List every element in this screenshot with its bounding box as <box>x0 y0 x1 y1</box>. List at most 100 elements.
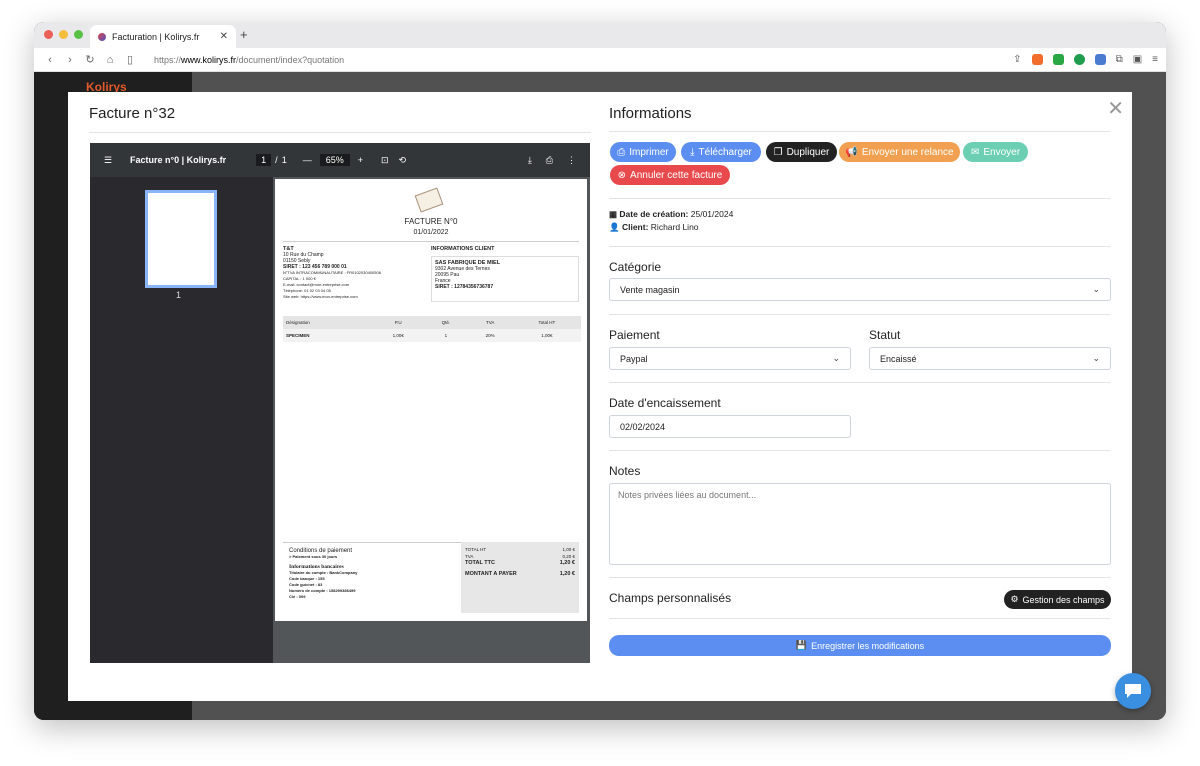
status-select[interactable]: Encaissé ⌄ <box>869 347 1111 370</box>
page-thumbnail[interactable] <box>145 190 217 288</box>
back-icon[interactable]: ‹ <box>40 54 60 66</box>
gear-icon: ⚙ <box>1010 594 1019 604</box>
total-ttc-row: TOTAL TTC 1,20 € <box>465 560 575 567</box>
items-table: Désignation P.U Qté. TVA Total HT SPECIM… <box>283 316 581 342</box>
notes-textarea[interactable]: Notes privées liées au document... <box>609 483 1111 565</box>
client-heading: INFORMATIONS CLIENT <box>431 246 495 252</box>
menu-icon[interactable]: ☰ <box>104 155 118 166</box>
home-icon[interactable]: ⌂ <box>100 54 120 66</box>
amount-due-value: 1,20 € <box>559 571 575 577</box>
cash-date-input[interactable]: 02/02/2024 <box>609 415 851 438</box>
sidebar-icon[interactable]: ▣ <box>1133 54 1142 65</box>
new-tab-button[interactable]: + <box>240 27 248 42</box>
info-title: Informations <box>609 105 692 122</box>
address-bar[interactable]: https://www.kolirys.fr/document/index?qu… <box>154 55 344 65</box>
duplicate-button-label: Dupliquer <box>786 146 830 158</box>
close-icon[interactable]: ✕ <box>1107 96 1124 121</box>
table-row: SPECIMEN 1,00€ 1 20% 1,00€ <box>283 329 581 342</box>
company-line: Site web: https://www.mon-entreprise.com <box>283 294 358 299</box>
send-button-label: Envoyer <box>983 146 1021 158</box>
chevron-down-icon: ⌄ <box>1092 284 1100 294</box>
category-label: Catégorie <box>609 260 662 274</box>
tva-label: TVA <box>465 554 474 559</box>
column-header: Qté. <box>424 316 468 329</box>
category-select[interactable]: Vente magasin ⌄ <box>609 278 1111 301</box>
forward-icon[interactable]: › <box>60 54 80 66</box>
divider <box>609 198 1110 199</box>
divider <box>609 577 1110 578</box>
divider <box>89 132 591 133</box>
invoice-logo-icon <box>414 187 444 213</box>
manage-fields-button-label: Gestion des champs <box>1022 594 1105 605</box>
fit-page-icon[interactable]: ⊡ <box>381 155 389 166</box>
chat-button[interactable] <box>1115 673 1151 709</box>
reload-icon[interactable]: ↻ <box>80 53 100 66</box>
thumbnail-page-number: 1 <box>176 290 182 300</box>
column-header: P.U <box>372 316 425 329</box>
zoom-value[interactable]: 65% <box>319 154 350 166</box>
url-path: /document/index?quotation <box>236 54 345 65</box>
maximize-window-button[interactable] <box>74 30 83 39</box>
chevron-down-icon: ⌄ <box>832 353 840 363</box>
rotate-icon[interactable]: ⟲ <box>399 155 407 166</box>
status-label: Statut <box>869 328 901 342</box>
doc-divider <box>283 241 579 242</box>
payment-conditions: Conditions de paiement > Paiement sous 3… <box>283 542 463 615</box>
client-value: Richard Lino <box>650 222 699 232</box>
save-button-label: Enregistrer les modifications <box>811 640 925 651</box>
client-info: 👤 Client: Richard Lino <box>609 222 699 233</box>
divider <box>609 131 1110 132</box>
page-input[interactable]: 1 <box>256 154 272 166</box>
calendar-icon: ▦ <box>609 209 618 219</box>
doc-date: 01/01/2022 <box>413 229 449 236</box>
minimize-window-button[interactable] <box>59 30 68 39</box>
payment-select[interactable]: Paypal ⌄ <box>609 347 851 370</box>
extension-icon[interactable] <box>1094 54 1106 65</box>
brave-shield-icon[interactable] <box>1031 54 1043 65</box>
print-button[interactable]: ⎙ Imprimer <box>610 142 676 162</box>
cancel-invoice-button[interactable]: ⊗ Annuler cette facture <box>610 165 730 185</box>
url-scheme: https:// <box>154 54 182 65</box>
download-button[interactable]: ⤓ Télécharger <box>681 142 761 162</box>
cash-date-label: Date d'encaissement <box>609 396 721 410</box>
tab-title: Facturation | Kolirys.fr <box>112 31 200 42</box>
send-reminder-button[interactable]: 📢 Envoyer une relance <box>839 142 960 162</box>
extension-icon[interactable] <box>1052 54 1064 65</box>
menu-icon[interactable]: ≡ <box>1152 54 1158 65</box>
send-button[interactable]: ✉ Envoyer <box>963 142 1028 162</box>
print-icon[interactable]: ⎙ <box>546 155 553 166</box>
tab-bar: Facturation | Kolirys.fr ✕ + <box>34 22 1166 48</box>
pdf-page: FACTURE N°0 01/01/2022 T&T 10 Rue du Cha… <box>275 179 587 621</box>
category-value: Vente magasin <box>620 284 680 295</box>
download-icon[interactable]: ⤓ <box>528 155 532 166</box>
zoom-in-icon[interactable]: + <box>358 155 363 165</box>
company-block: T&T 10 Rue du Champ 01150 Sebly SIRET : … <box>283 246 423 300</box>
more-icon[interactable]: ⋮ <box>567 155 576 166</box>
window-controls <box>44 30 83 39</box>
divider <box>609 382 1110 383</box>
download-button-label: Télécharger <box>698 146 752 158</box>
copy-icon: ❐ <box>773 146 783 158</box>
zoom-out-icon[interactable]: — <box>303 155 312 165</box>
duplicate-button[interactable]: ❐ Dupliquer <box>766 142 837 162</box>
tva-value: 0,20 € <box>562 554 575 559</box>
close-window-button[interactable] <box>44 30 53 39</box>
manage-fields-button[interactable]: ⚙ Gestion des champs <box>1004 590 1111 609</box>
download-icon: ⤓ <box>690 146 695 158</box>
extension-icon[interactable] <box>1073 54 1085 65</box>
pdf-toolbar: ☰ Facture n°0 | Kolirys.fr 1 / 1 — 65% +… <box>90 143 590 177</box>
send-reminder-button-label: Envoyer une relance <box>861 146 954 158</box>
bookmark-icon[interactable]: ▯ <box>120 53 140 66</box>
amount-due-label: MONTANT A PAYER <box>465 571 517 577</box>
status-value: Encaissé <box>880 353 917 364</box>
created-date-value: 25/01/2024 <box>690 209 734 219</box>
save-button[interactable]: 💾 Enregistrer les modifications <box>609 635 1111 656</box>
close-tab-icon[interactable]: ✕ <box>220 31 228 42</box>
created-date-label: Date de création: <box>619 209 689 219</box>
puzzle-icon[interactable]: ⧉ <box>1116 54 1123 65</box>
share-icon[interactable]: ⇪ <box>1013 54 1021 65</box>
pdf-viewer[interactable]: ☰ Facture n°0 | Kolirys.fr 1 / 1 — 65% +… <box>90 143 590 663</box>
page-total: 1 <box>281 155 287 165</box>
browser-tab[interactable]: Facturation | Kolirys.fr ✕ <box>90 25 236 48</box>
tva-row: TVA 0,20 € <box>465 553 575 560</box>
